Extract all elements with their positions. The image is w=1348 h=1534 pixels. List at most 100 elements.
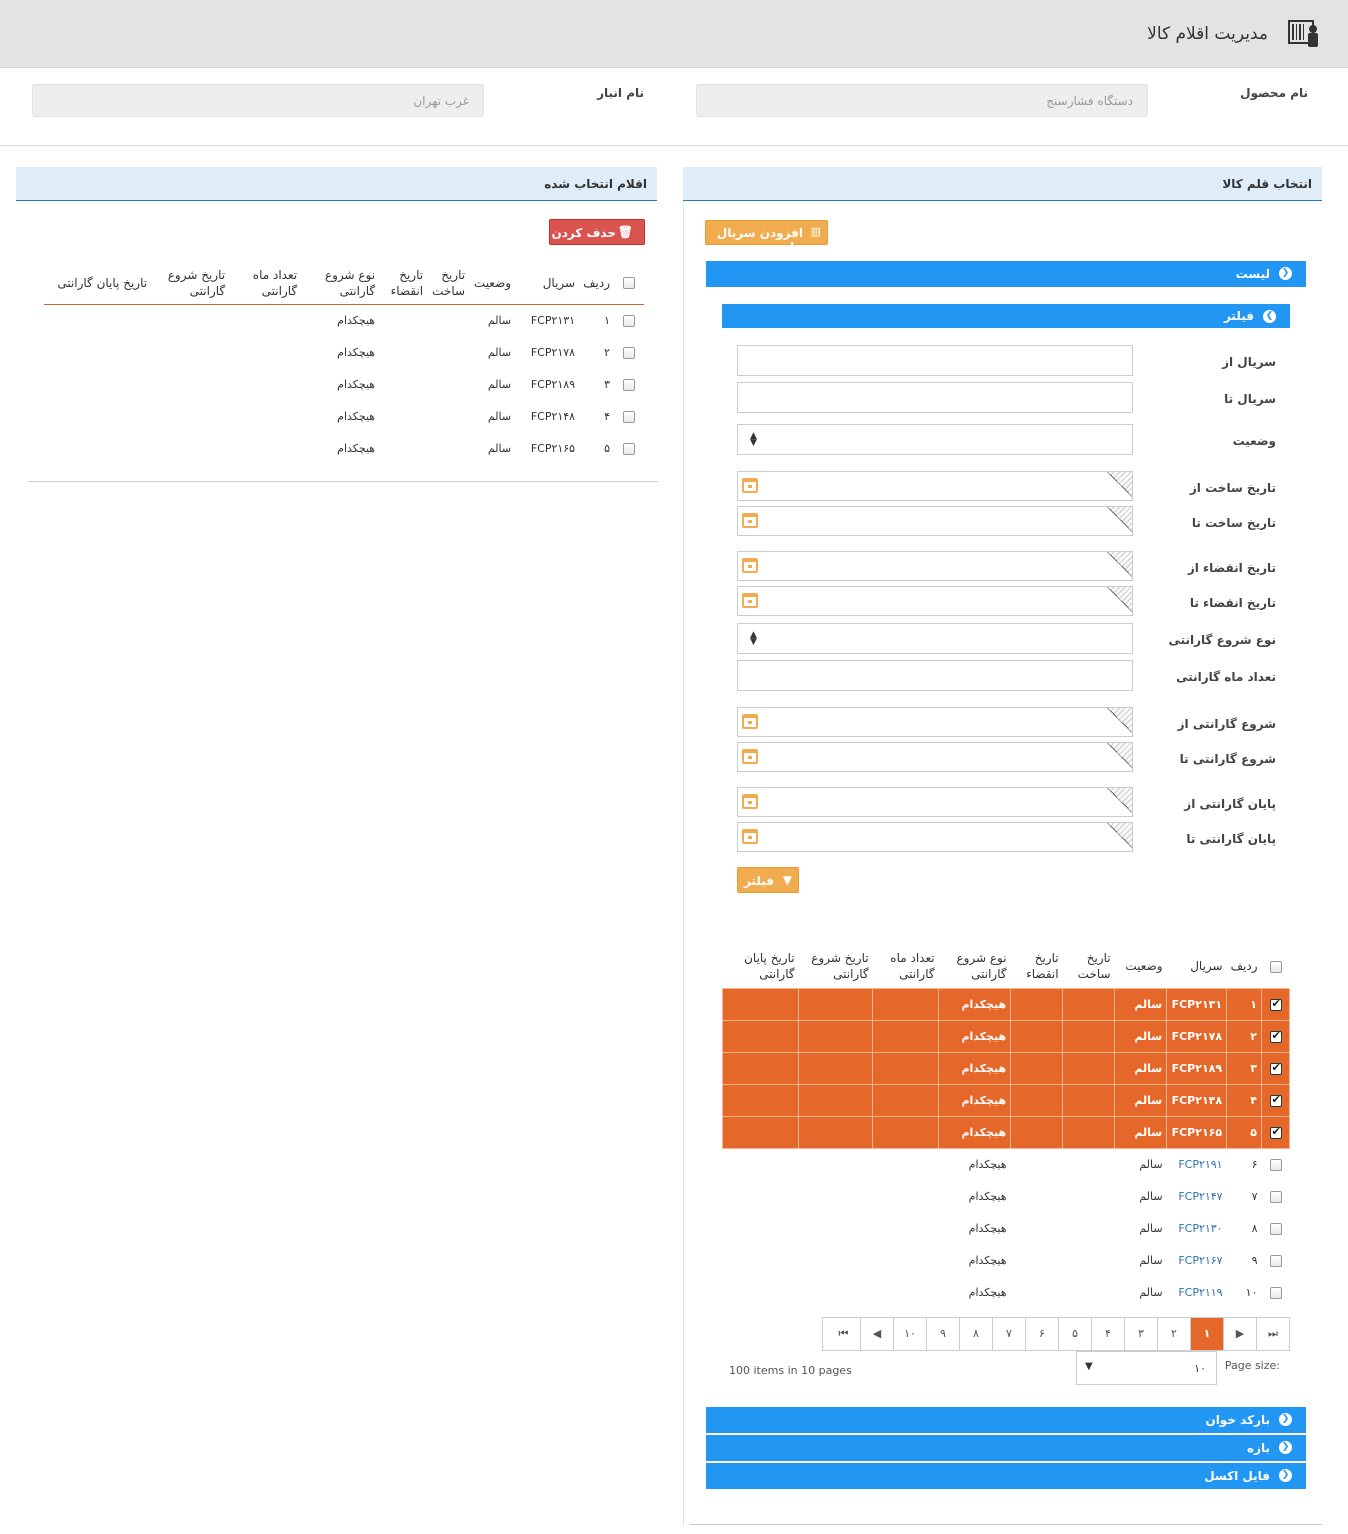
- excel-file-accordion[interactable]: ❮ فایل اکسل: [706, 1463, 1306, 1489]
- cell: [1011, 1148, 1063, 1180]
- table-row[interactable]: ۱FCP۲۱۳۱سالمهیچکدام: [721, 987, 1290, 1021]
- page-number-button[interactable]: ۴: [1091, 1318, 1124, 1350]
- table-row[interactable]: ۳FCP۲۱۸۹سالمهیچکدام: [44, 368, 644, 400]
- expire-from-date[interactable]: [737, 551, 1133, 581]
- row-checkbox[interactable]: [623, 442, 635, 455]
- row-checkbox[interactable]: [1269, 1222, 1282, 1235]
- page-number-button[interactable]: ۸: [959, 1318, 992, 1350]
- delete-button[interactable]: 🗑 حذف کردن: [549, 219, 645, 245]
- serial-link[interactable]: FCP۲۱۴۸: [1172, 1094, 1223, 1107]
- serial-link[interactable]: FCP۲۱۶۷: [1178, 1254, 1222, 1267]
- table-row[interactable]: ۵FCP۲۱۶۵سالمهیچکدام: [44, 432, 644, 464]
- page-number-button[interactable]: ۳: [1124, 1318, 1157, 1350]
- row-checkbox[interactable]: [1269, 1125, 1282, 1139]
- cell: [721, 1083, 800, 1117]
- warranty-months-input[interactable]: [737, 660, 1133, 691]
- status-select[interactable]: ▲ ▼: [737, 424, 1133, 455]
- product-name-field[interactable]: دستگاه فشارسنج: [696, 84, 1148, 117]
- expire-to-date[interactable]: [737, 586, 1133, 616]
- next-page-icon[interactable]: ▶: [1223, 1318, 1256, 1350]
- serial-link[interactable]: FCP۲۱۳۱: [1172, 998, 1223, 1011]
- filter-accordion[interactable]: ❯ فیلتر: [722, 304, 1290, 328]
- serial-link[interactable]: FCP۲۱۶۵: [1172, 1126, 1223, 1139]
- calendar-icon[interactable]: [742, 829, 758, 844]
- serial-link[interactable]: FCP۲۱۸۹: [1172, 1062, 1223, 1075]
- table-row[interactable]: ۲FCP۲۱۷۸سالمهیچکدام: [44, 336, 644, 368]
- serial-link[interactable]: FCP۲۱۶۵: [515, 432, 579, 464]
- warranty-start-to-date[interactable]: [737, 742, 1133, 772]
- calendar-icon[interactable]: [742, 794, 758, 809]
- row-checkbox[interactable]: [1269, 1286, 1282, 1299]
- table-row[interactable]: ۷ FCP۲۱۴۷ سالم هیچکدام: [723, 1180, 1290, 1212]
- calendar-icon[interactable]: [742, 593, 758, 608]
- calendar-icon[interactable]: [742, 558, 758, 573]
- serial-link[interactable]: FCP۲۱۱۹: [1178, 1286, 1222, 1299]
- warranty-start-from-date[interactable]: [737, 707, 1133, 737]
- serial-link[interactable]: FCP۲۱۷۸: [1172, 1030, 1223, 1043]
- filter-accordion-label: فیلتر: [1223, 309, 1254, 323]
- page-number-button[interactable]: ۱۰: [893, 1318, 926, 1350]
- list-accordion[interactable]: ❮ لیست: [706, 261, 1306, 287]
- row-checkbox[interactable]: [1269, 1093, 1282, 1107]
- cell: [1062, 1115, 1116, 1149]
- page-number-button[interactable]: ۹: [926, 1318, 959, 1350]
- table-row[interactable]: ۱۰ FCP۲۱۱۹ سالم هیچکدام: [723, 1276, 1290, 1308]
- row-checkbox[interactable]: [1269, 1254, 1282, 1267]
- table-row[interactable]: ۱FCP۲۱۳۱سالمهیچکدام: [44, 304, 644, 336]
- table-row[interactable]: ۹ FCP۲۱۶۷ سالم هیچکدام: [723, 1244, 1290, 1276]
- barcode-reader-accordion[interactable]: ❮ بارکد خوان: [706, 1407, 1306, 1433]
- last-page-icon[interactable]: ⏭: [1256, 1318, 1289, 1350]
- build-to-date[interactable]: [737, 506, 1133, 536]
- accordion-label: فایل اکسل: [1204, 1469, 1270, 1483]
- serial-link[interactable]: FCP۲۱۳۰: [1178, 1222, 1222, 1235]
- page-number-button[interactable]: ۶: [1025, 1318, 1058, 1350]
- row-checkbox[interactable]: [1269, 1029, 1282, 1043]
- page-number-button[interactable]: ۱: [1190, 1318, 1223, 1350]
- page-number-button[interactable]: ۲: [1157, 1318, 1190, 1350]
- row-checkbox[interactable]: [1269, 997, 1282, 1011]
- row-checkbox[interactable]: [623, 410, 635, 423]
- prev-page-icon[interactable]: ◀: [860, 1318, 893, 1350]
- table-row[interactable]: ۸ FCP۲۱۳۰ سالم هیچکدام: [723, 1212, 1290, 1244]
- calendar-icon[interactable]: [742, 714, 758, 729]
- table-row[interactable]: ۶ FCP۲۱۹۱ سالم هیچکدام: [723, 1148, 1290, 1180]
- calendar-icon[interactable]: [742, 478, 758, 493]
- warranty-end-from-date[interactable]: [737, 787, 1133, 817]
- table-row[interactable]: ۴FCP۲۱۴۸سالمهیچکدام: [44, 400, 644, 432]
- serial-link[interactable]: FCP۲۱۴۸: [515, 400, 579, 432]
- row-checkbox[interactable]: [623, 378, 635, 391]
- serial-link[interactable]: FCP۲۱۷۸: [515, 336, 579, 368]
- select-all-checkbox[interactable]: [623, 277, 635, 290]
- serial-to-input[interactable]: [737, 382, 1133, 413]
- row-checkbox[interactable]: [1269, 1158, 1282, 1171]
- row-checkbox[interactable]: [623, 314, 635, 327]
- serial-from-input[interactable]: [737, 345, 1133, 376]
- warehouse-name-field[interactable]: غرب تهران: [32, 84, 484, 117]
- page-number-button[interactable]: ۷: [992, 1318, 1025, 1350]
- row-checkbox[interactable]: [623, 346, 635, 359]
- serial-link[interactable]: FCP۲۱۸۹: [515, 368, 579, 400]
- build-from-date[interactable]: [737, 471, 1133, 501]
- serial-link[interactable]: FCP۲۱۴۷: [1178, 1190, 1222, 1203]
- add-serials-button[interactable]: ▥ افزودن سریال ها: [705, 220, 828, 254]
- serial-link[interactable]: FCP۲۱۳۱: [515, 304, 579, 336]
- table-row[interactable]: ۳FCP۲۱۸۹سالمهیچکدام: [721, 1051, 1290, 1085]
- page-size-select[interactable]: ۱۰ ▼: [1076, 1351, 1217, 1385]
- select-all-checkbox[interactable]: [1269, 960, 1282, 973]
- warranty-end-to-date[interactable]: [737, 822, 1133, 852]
- cell: [872, 987, 940, 1021]
- warranty-type-select[interactable]: ▲ ▼: [737, 623, 1133, 654]
- page-number-button[interactable]: ۵: [1058, 1318, 1091, 1350]
- first-page-icon[interactable]: ⏮: [827, 1318, 860, 1350]
- row-checkbox[interactable]: [1269, 1190, 1282, 1203]
- warranty-type-cell: هیچکدام: [938, 987, 1012, 1021]
- filter-button[interactable]: ▼ فیلتر: [737, 867, 799, 893]
- calendar-icon[interactable]: [742, 513, 758, 528]
- serial-link[interactable]: FCP۲۱۹۱: [1178, 1158, 1222, 1171]
- table-row[interactable]: ۲FCP۲۱۷۸سالمهیچکدام: [721, 1019, 1290, 1053]
- range-accordion[interactable]: ❮ بازه: [706, 1435, 1306, 1461]
- calendar-icon[interactable]: [742, 749, 758, 764]
- table-row[interactable]: ۵FCP۲۱۶۵سالمهیچکدام: [721, 1115, 1290, 1149]
- table-row[interactable]: ۴FCP۲۱۴۸سالمهیچکدام: [721, 1083, 1290, 1117]
- row-checkbox[interactable]: [1269, 1061, 1282, 1075]
